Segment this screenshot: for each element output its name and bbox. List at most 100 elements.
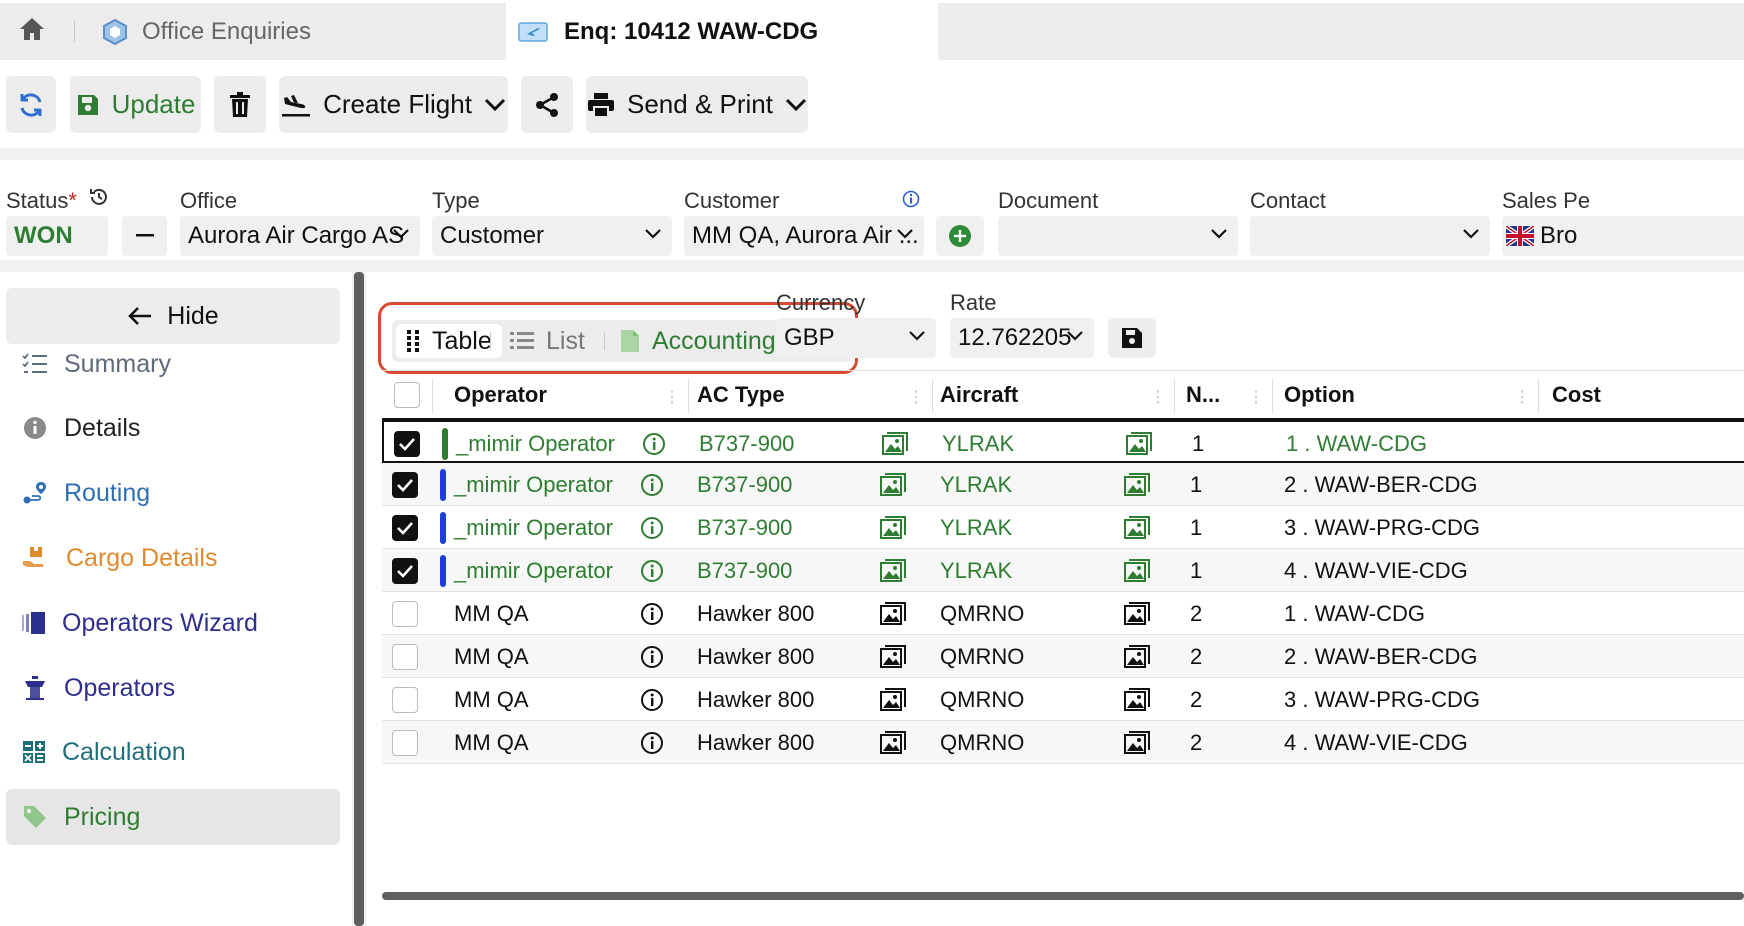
info-icon[interactable] bbox=[640, 678, 664, 721]
column-menu-icon[interactable]: ⋮ bbox=[1150, 387, 1166, 407]
image-icon[interactable] bbox=[1124, 635, 1150, 678]
row-checkbox[interactable] bbox=[392, 463, 418, 506]
column-menu-icon[interactable]: ⋮ bbox=[908, 387, 924, 407]
currency-select[interactable]: GBP bbox=[776, 318, 936, 358]
row-checkbox[interactable] bbox=[394, 422, 420, 465]
info-icon[interactable] bbox=[640, 635, 664, 678]
image-icon[interactable] bbox=[880, 549, 906, 592]
type-select[interactable]: Customer bbox=[432, 216, 672, 256]
home-icon[interactable] bbox=[18, 16, 46, 42]
aircraft-cell[interactable]: YLRAK bbox=[942, 422, 1014, 465]
table-row[interactable]: MM QA Hawker 800 QMRNO 2 2 . WAW-BER-CDG bbox=[382, 635, 1744, 678]
image-icon[interactable] bbox=[880, 463, 906, 506]
aircraft-cell[interactable]: QMRNO bbox=[940, 721, 1024, 764]
image-icon[interactable] bbox=[880, 678, 906, 721]
send-print-button[interactable]: Send & Print bbox=[586, 76, 808, 133]
table-row[interactable]: MM QA Hawker 800 QMRNO 2 3 . WAW-PRG-CDG bbox=[382, 678, 1744, 721]
panel-splitter[interactable] bbox=[354, 272, 364, 926]
aircraft-cell[interactable]: YLRAK bbox=[940, 463, 1012, 506]
info-icon[interactable] bbox=[640, 463, 664, 506]
sidebar-item-routing[interactable]: Routing bbox=[6, 465, 340, 521]
sidebar-item-cargo-details[interactable]: Cargo Details bbox=[6, 530, 340, 586]
ac-type-cell[interactable]: B737-900 bbox=[697, 463, 792, 506]
row-checkbox[interactable] bbox=[392, 635, 418, 678]
option-cell[interactable]: 2 . WAW-BER-CDG bbox=[1284, 635, 1478, 678]
column-menu-icon[interactable]: ⋮ bbox=[664, 387, 680, 407]
status-field[interactable]: WON bbox=[6, 216, 108, 256]
sidebar-item-pricing[interactable]: Pricing bbox=[6, 789, 340, 845]
image-icon[interactable] bbox=[1124, 592, 1150, 635]
aircraft-cell[interactable]: QMRNO bbox=[940, 678, 1024, 721]
info-icon[interactable] bbox=[640, 549, 664, 592]
operator-cell[interactable]: MM QA bbox=[454, 592, 529, 635]
column-menu-icon[interactable]: ⋮ bbox=[1514, 387, 1530, 407]
save-rate-button[interactable] bbox=[1108, 318, 1156, 358]
share-button[interactable] bbox=[521, 76, 573, 133]
horizontal-scrollbar[interactable] bbox=[382, 892, 1744, 900]
add-customer-button[interactable] bbox=[936, 216, 984, 256]
option-cell[interactable]: 4 . WAW-VIE-CDG bbox=[1284, 721, 1468, 764]
customer-select[interactable]: MM QA, Aurora Air ... bbox=[684, 216, 924, 256]
office-select[interactable]: Aurora Air Cargo AS bbox=[180, 216, 420, 256]
table-row[interactable]: MM QA Hawker 800 QMRNO 2 4 . WAW-VIE-CDG bbox=[382, 721, 1744, 764]
ac-type-cell[interactable]: B737-900 bbox=[699, 422, 794, 465]
option-cell[interactable]: 4 . WAW-VIE-CDG bbox=[1284, 549, 1468, 592]
option-cell[interactable]: 3 . WAW-PRG-CDG bbox=[1284, 678, 1480, 721]
option-cell[interactable]: 2 . WAW-BER-CDG bbox=[1284, 463, 1478, 506]
sidebar-item-summary[interactable]: Summary bbox=[6, 336, 340, 392]
column-header-cost[interactable]: Cost bbox=[1552, 371, 1601, 419]
operator-cell[interactable]: MM QA bbox=[454, 721, 529, 764]
operator-cell[interactable]: _mimir Operator bbox=[454, 549, 613, 592]
column-menu-icon[interactable]: ⋮ bbox=[1248, 387, 1264, 407]
image-icon[interactable] bbox=[1124, 678, 1150, 721]
status-clear-button[interactable] bbox=[122, 216, 167, 256]
info-icon[interactable] bbox=[640, 721, 664, 764]
history-icon[interactable] bbox=[88, 186, 110, 208]
option-cell[interactable]: 1 . WAW-CDG bbox=[1284, 592, 1425, 635]
info-icon[interactable] bbox=[902, 190, 920, 208]
tab-office-enquiries[interactable]: Office Enquiries bbox=[86, 3, 327, 60]
table-row[interactable]: _mimir Operator B737-900 YLRAK 1 4 . WAW-VIE… bbox=[382, 549, 1744, 592]
operator-cell[interactable]: MM QA bbox=[454, 678, 529, 721]
sidebar-item-operators[interactable]: Operators bbox=[6, 660, 340, 716]
refresh-button[interactable] bbox=[6, 76, 56, 133]
image-icon[interactable] bbox=[880, 721, 906, 764]
info-icon[interactable] bbox=[642, 422, 666, 465]
ac-type-cell[interactable]: B737-900 bbox=[697, 549, 792, 592]
aircraft-cell[interactable]: YLRAK bbox=[940, 549, 1012, 592]
column-header-ac-type[interactable]: AC Type bbox=[697, 371, 785, 419]
image-icon[interactable] bbox=[880, 635, 906, 678]
select-all-checkbox[interactable] bbox=[394, 371, 420, 419]
contact-select[interactable] bbox=[1250, 216, 1490, 256]
info-icon[interactable] bbox=[640, 506, 664, 549]
image-icon[interactable] bbox=[1126, 422, 1152, 465]
rate-select[interactable]: 12.762205 bbox=[950, 318, 1094, 358]
column-header-operator[interactable]: Operator bbox=[454, 371, 547, 419]
image-icon[interactable] bbox=[1124, 721, 1150, 764]
update-button[interactable]: Update bbox=[70, 76, 201, 133]
table-row[interactable]: _mimir Operator B737-900 YLRAK 1 3 . WAW-PRG… bbox=[382, 506, 1744, 549]
ac-type-cell[interactable]: Hawker 800 bbox=[697, 635, 814, 678]
image-icon[interactable] bbox=[880, 592, 906, 635]
column-header-n[interactable]: N... bbox=[1186, 371, 1220, 419]
image-icon[interactable] bbox=[880, 506, 906, 549]
row-checkbox[interactable] bbox=[392, 506, 418, 549]
aircraft-cell[interactable]: QMRNO bbox=[940, 635, 1024, 678]
ac-type-cell[interactable]: B737-900 bbox=[697, 506, 792, 549]
sidebar-item-details[interactable]: Details bbox=[6, 400, 340, 456]
info-icon[interactable] bbox=[640, 592, 664, 635]
column-header-aircraft[interactable]: Aircraft bbox=[940, 371, 1018, 419]
option-cell[interactable]: 1 . WAW-CDG bbox=[1286, 422, 1427, 465]
delete-button[interactable] bbox=[214, 76, 266, 133]
image-icon[interactable] bbox=[1124, 549, 1150, 592]
table-row[interactable]: MM QA Hawker 800 QMRNO 2 1 . WAW-CDG bbox=[382, 592, 1744, 635]
row-checkbox[interactable] bbox=[392, 721, 418, 764]
image-icon[interactable] bbox=[1124, 506, 1150, 549]
row-checkbox[interactable] bbox=[392, 592, 418, 635]
create-flight-button[interactable]: Create Flight bbox=[279, 76, 508, 133]
image-icon[interactable] bbox=[882, 422, 908, 465]
operator-cell[interactable]: _mimir Operator bbox=[456, 422, 615, 465]
operator-cell[interactable]: _mimir Operator bbox=[454, 463, 613, 506]
aircraft-cell[interactable]: YLRAK bbox=[940, 506, 1012, 549]
sidebar-item-operators-wizard[interactable]: Operators Wizard bbox=[6, 595, 340, 651]
